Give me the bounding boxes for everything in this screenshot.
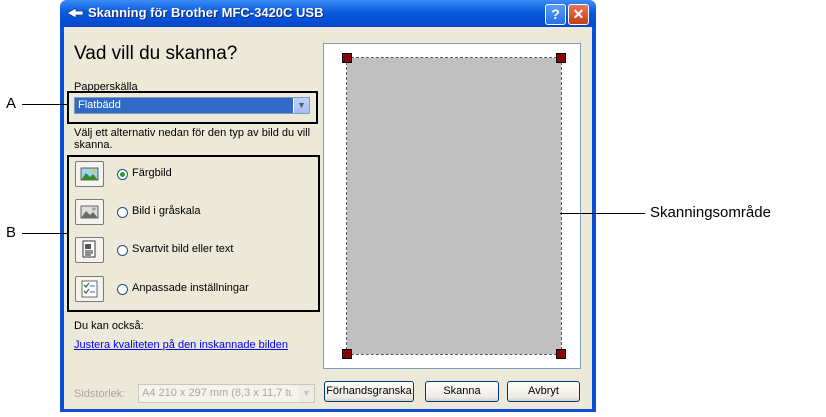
resize-handle-bottom-left[interactable]: [342, 349, 352, 359]
scan-area[interactable]: [346, 57, 562, 355]
scan-button[interactable]: Skanna: [425, 381, 499, 402]
cancel-button[interactable]: Avbryt: [507, 381, 580, 402]
adjust-quality-link[interactable]: Justera kvaliteten på den inskannade bil…: [74, 339, 288, 351]
preview-button[interactable]: Förhandsgranska: [324, 381, 414, 402]
help-button[interactable]: ?: [545, 4, 566, 25]
page-size-label: Sidstorlek:: [74, 388, 126, 400]
callout-label-b: B: [6, 224, 17, 241]
callout-box-a: [67, 91, 318, 124]
scanner-icon: [66, 7, 84, 19]
page-size-value: A4 210 x 297 mm (8,3 x 11,7 tum): [142, 387, 292, 399]
window-title: Skanning för Brother MFC-3420C USB: [88, 5, 324, 20]
also-label: Du kan också:: [74, 320, 144, 332]
resize-handle-top-right[interactable]: [556, 53, 566, 63]
page-size-select[interactable]: A4 210 x 297 mm (8,3 x 11,7 tum) ▼: [138, 384, 315, 403]
page-title: Vad vill du skanna?: [74, 43, 238, 64]
resize-handle-top-left[interactable]: [342, 53, 352, 63]
callout-line-scan-area: [560, 213, 645, 214]
resize-handle-bottom-right[interactable]: [556, 349, 566, 359]
callout-label-a: A: [6, 95, 17, 112]
callout-label-scan-area: Skanningsområde: [650, 204, 771, 221]
scan-area-panel: [323, 43, 581, 369]
callout-line-b: [22, 233, 67, 234]
option-hint: Välj ett alternativ nedan för den typ av…: [74, 127, 311, 151]
close-button[interactable]: ✕: [568, 4, 589, 25]
chevron-down-icon[interactable]: ▼: [299, 385, 314, 402]
callout-box-b: [67, 155, 320, 312]
title-bar[interactable]: Skanning för Brother MFC-3420C USB ? ✕: [60, 0, 596, 27]
callout-line-a: [22, 104, 67, 105]
